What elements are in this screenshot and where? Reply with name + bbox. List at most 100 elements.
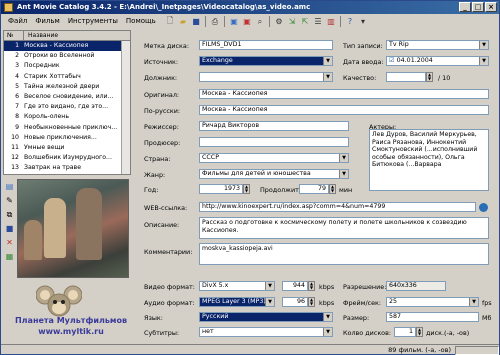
length-label: Продолжит.: <box>260 186 304 194</box>
load-picture-icon[interactable]: ▤ <box>4 181 15 192</box>
menu-file[interactable]: Файл <box>4 17 31 25</box>
media-field[interactable]: FILMS_DVD1 <box>199 40 333 50</box>
list-item[interactable]: 12 Волшебник Изумрудного... <box>4 153 130 163</box>
list-item[interactable]: 8 Король-олень <box>4 112 130 122</box>
producer-field[interactable] <box>199 137 349 147</box>
audio-kbps-unit: kbps <box>319 299 335 307</box>
rating-label: Качество: <box>343 74 377 82</box>
length-field[interactable]: 79 <box>299 184 329 194</box>
list-item-title: Старик Хоттабыч <box>24 72 81 80</box>
description-field[interactable]: Рассказ о подготовке к космическому поле… <box>199 217 489 239</box>
genre-select[interactable]: Фильмы для детей и юношества ▼ <box>199 169 349 179</box>
date-picker[interactable]: ☑ 04.01.2004 ▼ <box>386 56 489 66</box>
rating-spinner[interactable]: ▲ ▼ <box>426 72 433 82</box>
discs-field[interactable]: 1 <box>394 327 416 337</box>
subtitles-label: Субтитры: <box>144 329 180 337</box>
video-bitrate-field[interactable]: 944 <box>282 281 308 291</box>
close-button[interactable]: × <box>485 2 497 12</box>
list-item-number: 7 <box>15 103 19 111</box>
length-spinner[interactable]: ▲ ▼ <box>329 184 336 194</box>
menu-help[interactable]: Помощь <box>122 17 160 25</box>
video-format-label: Видео формат: <box>144 283 195 291</box>
list-item-number: 5 <box>15 82 19 90</box>
logo-url[interactable]: www.myltik.ru <box>6 327 136 336</box>
list-scrollbar[interactable] <box>121 41 130 174</box>
audio-bitrate-field[interactable]: 96 <box>282 297 308 307</box>
language-select[interactable]: Русский ▼ <box>199 312 333 322</box>
logo-title: Планета Мультфильмов <box>14 316 127 325</box>
chevron-down-icon: ▼ <box>479 41 488 49</box>
resolution-field: 640x336 <box>386 281 446 291</box>
year-spinner[interactable]: ▲ ▼ <box>243 184 250 194</box>
help-icon[interactable]: ? <box>344 16 356 28</box>
audio-bitrate-spinner[interactable]: ▲ ▼ <box>308 297 315 307</box>
list-item[interactable]: 6 Веселое сновидение, или... <box>4 92 130 102</box>
globe-icon[interactable] <box>479 203 488 212</box>
list-item[interactable]: 4 Старик Хоттабыч <box>4 72 130 82</box>
type-label: Тип записи: <box>343 42 383 50</box>
export-icon[interactable]: ⇱ <box>299 16 311 28</box>
settings-icon[interactable]: ⚙ <box>273 16 285 28</box>
original-title-field[interactable]: Москва - Кассиопея <box>199 89 489 99</box>
subtitles-select[interactable]: нет ▼ <box>199 327 333 337</box>
movie-list[interactable]: № Название 1 Москва - Кассиопея 2 Отроки во… <box>3 30 131 175</box>
language-icon[interactable]: ▾ <box>357 16 369 28</box>
minimize-button[interactable]: _ <box>459 2 471 12</box>
list-item[interactable]: 1 Москва - Кассиопея <box>4 41 130 52</box>
search-icon[interactable]: ⌕ <box>254 16 266 28</box>
borrower-select[interactable]: ▼ <box>199 72 333 82</box>
list-item[interactable]: 11 Умные вещи <box>4 143 130 153</box>
app-icon <box>4 3 13 12</box>
list-item-number: 6 <box>15 92 19 100</box>
url-field[interactable]: http://www.kinoexpert.ru/index.asp?comm=… <box>199 202 476 212</box>
column-number[interactable]: № <box>4 31 24 40</box>
paste-picture-icon[interactable]: ✎ <box>4 195 15 206</box>
remove-movie-icon[interactable]: ▣ <box>241 16 253 28</box>
translated-title-field[interactable]: Москва - Кассиопея <box>199 105 489 115</box>
print-icon[interactable]: ⎙ <box>209 16 221 28</box>
save-picture-icon[interactable]: ■ <box>4 223 15 234</box>
list-item[interactable]: 10 Новые приключения... <box>4 133 130 143</box>
discs-spinner[interactable]: ▲ ▼ <box>416 327 423 337</box>
rating-field[interactable] <box>386 72 426 82</box>
open-folder-icon[interactable]: ▰ <box>177 16 189 28</box>
size-field[interactable]: 587 <box>386 312 479 322</box>
statistics-icon[interactable]: ▥ <box>325 16 337 28</box>
actors-field[interactable]: Лев Дуров, Василий Меркурьев, Раиса Ряза… <box>369 129 489 191</box>
picture-info-icon[interactable]: ▦ <box>4 251 15 262</box>
maximize-button[interactable]: □ <box>472 2 484 12</box>
audio-format-select[interactable]: MPEG Layer 3 (MP3) ▼ <box>199 297 275 307</box>
menu-movie[interactable]: Фильм <box>31 17 63 25</box>
video-format-select[interactable]: DivX 5.x ▼ <box>199 281 275 291</box>
list-item[interactable]: 7 Где это видано, где это... <box>4 102 130 112</box>
list-item[interactable]: 13 Завтрак на траве <box>4 163 130 173</box>
column-name[interactable]: Название <box>24 31 130 40</box>
list-item[interactable]: 2 Отроки во Вселенной <box>4 51 130 61</box>
list-item[interactable]: 3 Посредник <box>4 61 130 71</box>
length-unit: мин <box>339 186 353 194</box>
menu-tools[interactable]: Инструменты <box>64 17 122 25</box>
status-count: 89 фильм. (-а, -ов) <box>388 346 451 354</box>
director-field[interactable]: Ричард Викторов <box>199 121 349 131</box>
cheburashka-logo-icon <box>36 285 82 317</box>
comments-field[interactable]: moskva_kassiopeja.avi <box>199 243 489 265</box>
save-icon[interactable]: ■ <box>190 16 202 28</box>
delete-picture-icon[interactable]: ✕ <box>4 237 15 248</box>
new-file-icon[interactable]: 🗋 <box>164 16 176 28</box>
country-select[interactable]: СССР ▼ <box>199 153 349 163</box>
original-title-label: Оригинал: <box>144 91 180 99</box>
chevron-down-icon: ▼ <box>339 154 348 162</box>
type-select[interactable]: Tv Rip ▼ <box>386 40 489 50</box>
title-bar: Ant Movie Catalog 3.4.2 - E:\Andrei\_Ine… <box>1 1 499 14</box>
framerate-select[interactable]: 25 ▼ <box>386 297 479 307</box>
video-bitrate-spinner[interactable]: ▲ ▼ <box>308 281 315 291</box>
copy-picture-icon[interactable]: ⧉ <box>4 209 15 220</box>
chevron-down-icon: ▼ <box>323 57 332 65</box>
scripts-icon[interactable]: ☰ <box>312 16 324 28</box>
source-select[interactable]: Exchange ▼ <box>199 56 333 66</box>
list-item[interactable]: 5 Тайна железной двери <box>4 82 130 92</box>
import-icon[interactable]: ⇲ <box>286 16 298 28</box>
year-field[interactable]: 1973 <box>199 184 243 194</box>
list-item[interactable]: 9 Необыкновенные приключ... <box>4 123 130 133</box>
add-movie-icon[interactable]: ▣ <box>228 16 240 28</box>
